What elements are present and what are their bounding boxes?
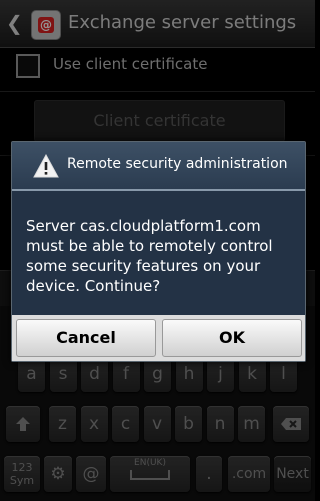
warning-triangle-icon (33, 154, 59, 178)
dialog-header: Remote security administration (12, 142, 305, 191)
remote-security-dialog: Remote security administration Server ca… (11, 141, 306, 362)
ok-button[interactable]: OK (162, 319, 302, 357)
dialog-title: Remote security administration (67, 156, 288, 172)
dialog-footer: Cancel OK (12, 315, 305, 361)
dialog-message: Server cas.cloudplatform1.com must be ab… (26, 217, 273, 295)
cancel-button[interactable]: Cancel (16, 319, 156, 357)
